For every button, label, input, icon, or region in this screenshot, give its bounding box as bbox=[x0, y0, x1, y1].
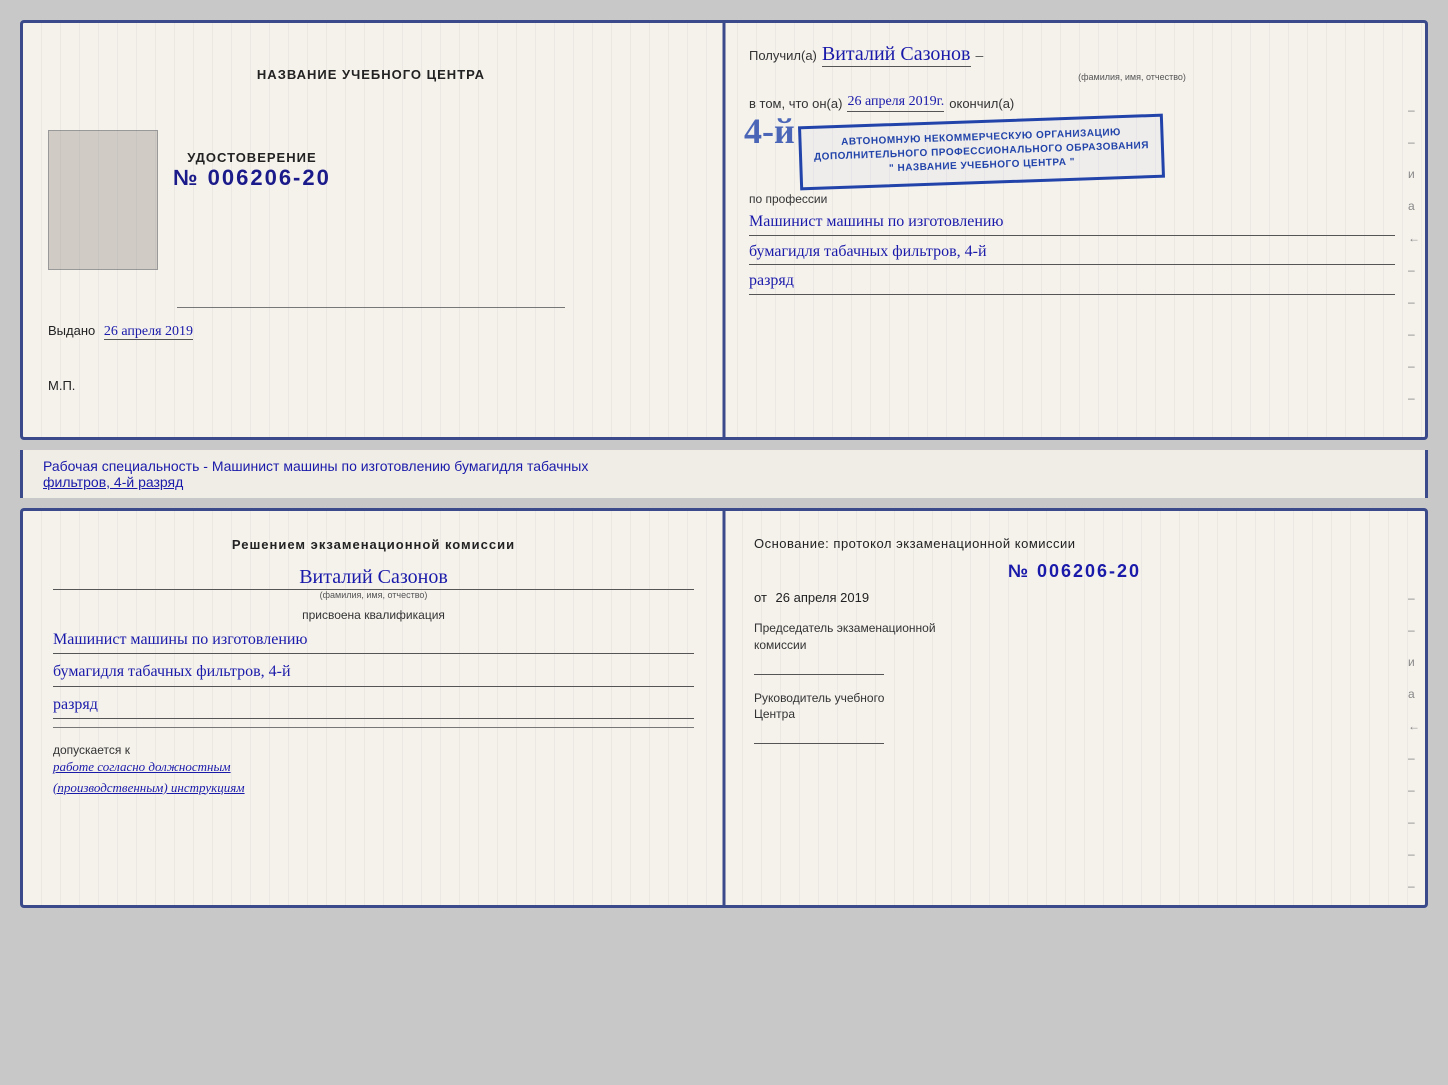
a-label-b: а bbox=[1408, 687, 1420, 701]
vtom-line: в том, что он(а) 26 апреля 2019г. окончи… bbox=[749, 94, 1395, 112]
cert-left-page: НАЗВАНИЕ УЧЕБНОГО ЦЕНТРА УДОСТОВЕРЕНИЕ №… bbox=[23, 23, 719, 437]
qual-line3: разряд bbox=[53, 691, 694, 719]
stamp-block: 4-й АВТОНОМНУЮ НЕКОММЕРЧЕСКУЮ ОРГАНИЗАЦИ… bbox=[749, 120, 1395, 184]
dash-b2: – bbox=[1408, 623, 1420, 637]
right-side-dashes: – – и а ← – – – – – bbox=[1408, 103, 1420, 405]
a-label: а bbox=[1408, 199, 1420, 213]
chairman-label-text1: Председатель экзаменационной bbox=[754, 621, 936, 635]
cert-label: УДОСТОВЕРЕНИЕ bbox=[173, 150, 331, 165]
ot-date: от 26 апреля 2019 bbox=[754, 590, 1395, 605]
dash2: – bbox=[1408, 135, 1420, 149]
arrow-label-b: ← bbox=[1408, 719, 1420, 733]
cert-number: № 006206-20 bbox=[173, 165, 331, 190]
dash-b6: – bbox=[1408, 847, 1420, 861]
osnov-text: Основание: протокол экзаменационной коми… bbox=[754, 536, 1395, 551]
dash4: – bbox=[1408, 295, 1420, 309]
mp-label: М.П. bbox=[48, 378, 75, 393]
dash6: – bbox=[1408, 359, 1420, 373]
director-label-text1: Руководитель учебного bbox=[754, 691, 884, 705]
person-name-block: Виталий Сазонов (фамилия, имя, отчество) bbox=[53, 566, 694, 600]
допускается-text2: (производственным) инструкциям bbox=[53, 778, 694, 799]
допускается-line: допускается к работе согласно должностны… bbox=[53, 743, 694, 799]
qualification-label: присвоена квалификация bbox=[53, 608, 694, 622]
middle-text: Рабочая специальность - Машинист машины … bbox=[43, 458, 588, 474]
director-label-text2: Центра bbox=[754, 707, 795, 721]
fio-hint-top: (фамилия, имя, отчество) bbox=[869, 72, 1395, 82]
stamp-rectangle: АВТОНОМНУЮ НЕКОММЕРЧЕСКУЮ ОРГАНИЗАЦИЮ ДО… bbox=[798, 114, 1165, 191]
date-handwritten: 26 апреля 2019г. bbox=[847, 94, 944, 112]
dash1: – bbox=[1408, 103, 1420, 117]
okonchil-label: окончил(а) bbox=[949, 96, 1014, 111]
допускается-label: допускается к bbox=[53, 743, 130, 757]
profession-label: по профессии bbox=[749, 192, 1395, 206]
vtom-label: в том, что он(а) bbox=[749, 96, 842, 111]
page-wrapper: НАЗВАНИЕ УЧЕБНОГО ЦЕНТРА УДОСТОВЕРЕНИЕ №… bbox=[20, 20, 1428, 908]
decision-title: Решением экзаменационной комиссии bbox=[53, 536, 694, 554]
ot-label: от bbox=[754, 590, 767, 605]
dash-after-name: – bbox=[976, 47, 984, 63]
dash-b4: – bbox=[1408, 783, 1420, 797]
recipient-name: Виталий Сазонов bbox=[822, 43, 971, 67]
top-certificate-booklet: НАЗВАНИЕ УЧЕБНОГО ЦЕНТРА УДОСТОВЕРЕНИЕ №… bbox=[20, 20, 1428, 440]
cert-number-block: УДОСТОВЕРЕНИЕ № 006206-20 bbox=[173, 150, 331, 191]
middle-strip: Рабочая специальность - Машинист машины … bbox=[20, 450, 1428, 498]
qual-line1: Машинист машины по изготовлению bbox=[53, 626, 694, 654]
director-label: Руководитель учебного Центра bbox=[754, 690, 1395, 724]
middle-text2: фильтров, 4-й разряд bbox=[43, 474, 183, 490]
chairman-label: Председатель экзаменационной комиссии bbox=[754, 620, 1395, 654]
podpis-block-chairman: Председатель экзаменационной комиссии bbox=[754, 620, 1395, 675]
fio-hint-bottom: (фамилия, имя, отчество) bbox=[53, 590, 694, 600]
qual-line2: бумагидля табачных фильтров, 4-й bbox=[53, 658, 694, 686]
issued-date: 26 апреля 2019 bbox=[104, 324, 193, 340]
dash5: – bbox=[1408, 327, 1420, 341]
dash-b7: – bbox=[1408, 879, 1420, 893]
cert-right-page: Получил(а) Виталий Сазонов – (фамилия, и… bbox=[719, 23, 1425, 437]
bottom-left-page: Решением экзаменационной комиссии Витали… bbox=[23, 511, 724, 905]
right-dashes-bottom: – – и а ← – – – – – bbox=[1408, 591, 1420, 893]
i-label-b: и bbox=[1408, 655, 1420, 669]
photo-placeholder bbox=[48, 130, 158, 270]
stamp-number: 4-й bbox=[744, 110, 795, 152]
i-label: и bbox=[1408, 167, 1420, 181]
chairman-label-text2: комиссии bbox=[754, 638, 806, 652]
ot-date-value: 26 апреля 2019 bbox=[776, 590, 870, 605]
issued-label: Выдано bbox=[48, 323, 95, 338]
profession-line1: Машинист машины по изготовлению bbox=[749, 209, 1395, 236]
received-label: Получил(а) bbox=[749, 48, 817, 63]
bottom-certificate-booklet: Решением экзаменационной комиссии Витали… bbox=[20, 508, 1428, 908]
protocol-num: № 006206-20 bbox=[754, 561, 1395, 582]
profession-line3: разряд bbox=[749, 268, 1395, 295]
profession-line2: бумагидля табачных фильтров, 4-й bbox=[749, 239, 1395, 266]
dash-b3: – bbox=[1408, 751, 1420, 765]
recipient-line: Получил(а) Виталий Сазонов – bbox=[749, 43, 1395, 67]
person-name: Виталий Сазонов bbox=[53, 566, 694, 590]
допускается-text: работе согласно должностным bbox=[53, 757, 694, 778]
podpis-block-director: Руководитель учебного Центра bbox=[754, 690, 1395, 745]
chairman-signature-line bbox=[754, 674, 884, 675]
dash-b1: – bbox=[1408, 591, 1420, 605]
dash-b5: – bbox=[1408, 815, 1420, 829]
bottom-right-page: Основание: протокол экзаменационной коми… bbox=[724, 511, 1425, 905]
dash3: – bbox=[1408, 263, 1420, 277]
center-title: НАЗВАНИЕ УЧЕБНОГО ЦЕНТРА bbox=[257, 67, 485, 82]
director-signature-line bbox=[754, 743, 884, 744]
dash7: – bbox=[1408, 391, 1420, 405]
issued-line: Выдано 26 апреля 2019 bbox=[48, 323, 694, 340]
profession-label-text: по профессии bbox=[749, 192, 827, 206]
arrow-label: ← bbox=[1408, 231, 1420, 245]
